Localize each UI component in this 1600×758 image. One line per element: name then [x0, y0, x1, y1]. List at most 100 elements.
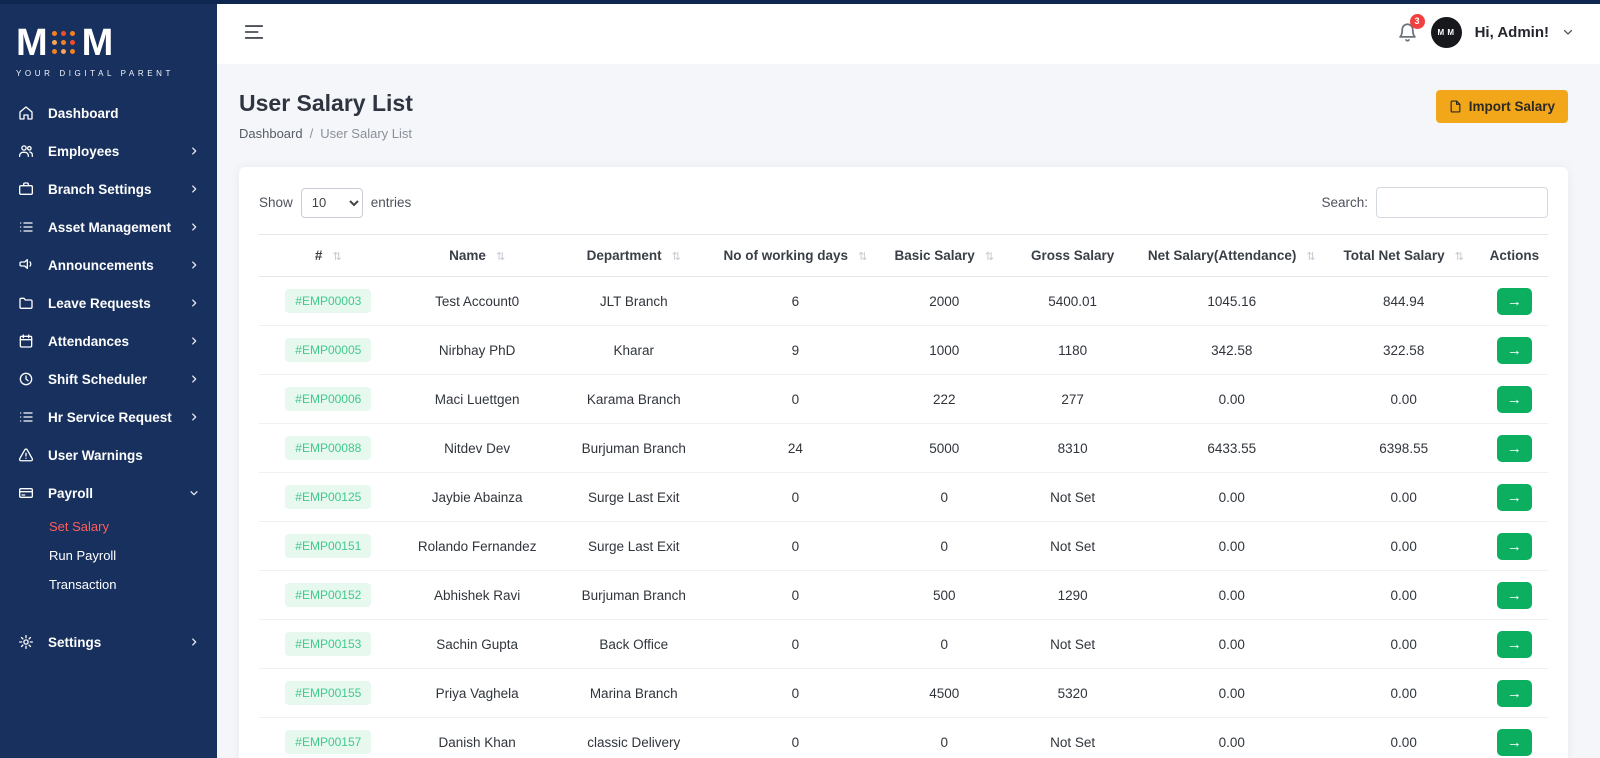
- row-action-button[interactable]: →: [1497, 680, 1532, 707]
- row-action-button[interactable]: →: [1497, 337, 1532, 364]
- sidebar-item-leave-requests[interactable]: Leave Requests: [0, 284, 217, 322]
- notifications-button[interactable]: 3: [1397, 22, 1418, 43]
- cell-gross-salary: 5320: [1008, 669, 1136, 718]
- home-icon: [18, 105, 35, 121]
- row-action-button[interactable]: →: [1497, 435, 1532, 462]
- search-control: Search:: [1321, 187, 1548, 218]
- employee-id-badge: #EMP00157: [285, 730, 371, 754]
- row-action-button[interactable]: →: [1497, 484, 1532, 511]
- sidebar-item-settings[interactable]: Settings: [0, 623, 217, 661]
- user-greeting[interactable]: Hi, Admin!: [1475, 24, 1549, 41]
- cell-department: JLT Branch: [557, 277, 711, 326]
- table-row: #EMP00155Priya VaghelaMarina Branch04500…: [259, 669, 1548, 718]
- cell-net-salary: 0.00: [1137, 522, 1327, 571]
- sort-icon: ⇅: [496, 251, 505, 263]
- row-action-button[interactable]: →: [1497, 533, 1532, 560]
- cell-working-days: 0: [711, 473, 880, 522]
- avatar[interactable]: M M: [1431, 17, 1462, 48]
- cell-name: Priya Vaghela: [398, 669, 557, 718]
- breadcrumb-dashboard-link[interactable]: Dashboard: [239, 126, 303, 141]
- cell-basic-salary: 4500: [880, 669, 1008, 718]
- cell-basic-salary: 222: [880, 375, 1008, 424]
- sidebar-item-hr-service-request[interactable]: Hr Service Request: [0, 398, 217, 436]
- chevron-down-icon: [189, 488, 199, 498]
- import-salary-button[interactable]: Import Salary: [1436, 90, 1568, 123]
- cell-total-net-salary: 0.00: [1327, 620, 1481, 669]
- column-header-net-salary-attendance[interactable]: Net Salary(Attendance)⇅: [1137, 235, 1327, 277]
- chevron-right-icon: [189, 184, 199, 194]
- cell-total-net-salary: 322.58: [1327, 326, 1481, 375]
- chevron-down-icon[interactable]: [1562, 26, 1574, 38]
- sidebar-item-attendances[interactable]: Attendances: [0, 322, 217, 360]
- search-input[interactable]: [1376, 187, 1548, 218]
- cell-basic-salary: 5000: [880, 424, 1008, 473]
- chevron-right-icon: [189, 637, 199, 647]
- column-header-total-net-salary[interactable]: Total Net Salary⇅: [1327, 235, 1481, 277]
- cell-name: Danish Khan: [398, 718, 557, 758]
- sidebar-item-asset-management[interactable]: Asset Management: [0, 208, 217, 246]
- breadcrumb: Dashboard / User Salary List: [239, 126, 413, 141]
- page-size-select[interactable]: 10: [301, 188, 363, 218]
- sidebar-item-label: Shift Scheduler: [48, 372, 147, 387]
- sidebar-subitem-set-salary[interactable]: Set Salary: [0, 512, 217, 541]
- row-action-button[interactable]: →: [1497, 631, 1532, 658]
- table-body: #EMP00003Test Account0JLT Branch62000540…: [259, 277, 1548, 758]
- cell-department: Surge Last Exit: [557, 473, 711, 522]
- topbar-right: 3 M M Hi, Admin!: [1397, 17, 1574, 48]
- sidebar-item-user-warnings[interactable]: User Warnings: [0, 436, 217, 474]
- cell-department: Kharar: [557, 326, 711, 375]
- sort-icon: ⇅: [1306, 251, 1315, 263]
- app-logo[interactable]: M M YOUR DIGITAL PARENT: [0, 16, 217, 94]
- menu-toggle-button[interactable]: [243, 21, 265, 43]
- sidebar-item-label: Attendances: [48, 334, 129, 349]
- calendar-icon: [18, 333, 35, 349]
- cell-name: Test Account0: [398, 277, 557, 326]
- row-action-button[interactable]: →: [1497, 729, 1532, 756]
- cell-gross-salary: 5400.01: [1008, 277, 1136, 326]
- sidebar-subitem-transaction[interactable]: Transaction: [0, 570, 217, 599]
- sidebar-item-announcements[interactable]: Announcements: [0, 246, 217, 284]
- row-action-button[interactable]: →: [1497, 288, 1532, 315]
- arrow-right-icon: →: [1507, 293, 1522, 310]
- sidebar-item-dashboard[interactable]: Dashboard: [0, 94, 217, 132]
- sidebar-item-label: Branch Settings: [48, 182, 152, 197]
- logo-letter-right: M: [82, 24, 114, 62]
- cell-gross-salary: 277: [1008, 375, 1136, 424]
- column-header-name[interactable]: Name⇅: [398, 235, 557, 277]
- cell-basic-salary: 0: [880, 522, 1008, 571]
- arrow-right-icon: →: [1507, 391, 1522, 408]
- cell-basic-salary: 0: [880, 718, 1008, 758]
- arrow-right-icon: →: [1507, 734, 1522, 751]
- cell-total-net-salary: 0.00: [1327, 522, 1481, 571]
- sidebar-item-branch-settings[interactable]: Branch Settings: [0, 170, 217, 208]
- cell-total-net-salary: 0.00: [1327, 669, 1481, 718]
- list-icon: [18, 219, 35, 235]
- column-header-basic-salary[interactable]: Basic Salary⇅: [880, 235, 1008, 277]
- sidebar-item-payroll[interactable]: Payroll: [0, 474, 217, 512]
- cell-gross-salary: Not Set: [1008, 522, 1136, 571]
- cell-department: Burjuman Branch: [557, 424, 711, 473]
- sidebar-item-shift-scheduler[interactable]: Shift Scheduler: [0, 360, 217, 398]
- column-header-department[interactable]: Department⇅: [557, 235, 711, 277]
- sidebar-subitem-run-payroll[interactable]: Run Payroll: [0, 541, 217, 570]
- briefcase-icon: [18, 181, 35, 197]
- cell-name: Nirbhay PhD: [398, 326, 557, 375]
- payroll-icon: [18, 485, 35, 501]
- sidebar-item-label: Settings: [48, 635, 101, 650]
- table-row: #EMP00153Sachin GuptaBack Office00Not Se…: [259, 620, 1548, 669]
- sidebar-item-employees[interactable]: Employees: [0, 132, 217, 170]
- arrow-right-icon: →: [1507, 489, 1522, 506]
- folder-icon: [18, 295, 35, 311]
- table-controls: Show 10 entries Search:: [259, 187, 1548, 218]
- cell-name: Jaybie Abainza: [398, 473, 557, 522]
- row-action-button[interactable]: →: [1497, 386, 1532, 413]
- sort-icon: ⇅: [332, 251, 341, 263]
- employee-id-badge: #EMP00152: [285, 583, 371, 607]
- column-header-gross-salary: Gross Salary: [1008, 235, 1136, 277]
- column-header-no-of-working-days[interactable]: No of working days⇅: [711, 235, 880, 277]
- column-header-[interactable]: #⇅: [259, 235, 398, 277]
- main-area: 3 M M Hi, Admin! User Salary List Dashbo…: [217, 0, 1600, 758]
- employee-id-badge: #EMP00003: [285, 289, 371, 313]
- row-action-button[interactable]: →: [1497, 582, 1532, 609]
- cell-working-days: 9: [711, 326, 880, 375]
